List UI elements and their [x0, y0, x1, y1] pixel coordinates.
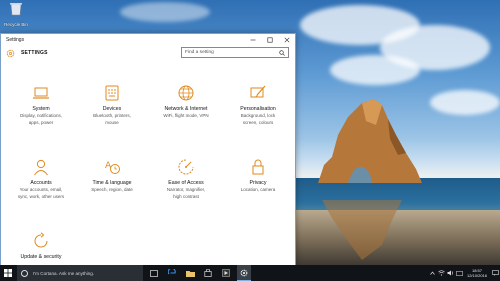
media-icon — [222, 269, 230, 277]
search-input[interactable]: Find a setting — [181, 47, 289, 58]
gear-icon — [6, 49, 15, 57]
network-tray-button[interactable] — [437, 265, 446, 281]
tile-label: Privacy — [249, 180, 267, 186]
recycle-bin-label: Recycle Bin — [4, 22, 28, 27]
tile-label: Network & Internet — [164, 106, 208, 112]
clock-language-icon: A — [105, 161, 120, 174]
action-center-button[interactable] — [491, 265, 500, 281]
speaker-icon — [447, 270, 454, 276]
lock-icon — [252, 159, 264, 175]
tile-accounts[interactable]: Accounts Your accounts, email, sync, wor… — [1, 158, 81, 200]
keyboard-tray-button[interactable] — [455, 265, 464, 281]
keyboard-icon — [105, 85, 119, 101]
wifi-icon — [438, 270, 445, 276]
store-bag-icon — [204, 269, 212, 277]
taskbar-clock[interactable]: 18:57 12/10/2016 — [467, 268, 487, 278]
tile-network[interactable]: Network & Internet WiFi, flight mode, VP… — [146, 84, 226, 119]
cortana-icon — [21, 269, 28, 277]
show-hidden-icons-button[interactable] — [428, 265, 437, 281]
edge-button[interactable] — [165, 265, 179, 281]
ease-of-access-icon — [178, 159, 194, 175]
settings-gear-icon — [240, 269, 248, 276]
tile-description: apps, power — [28, 120, 54, 125]
window-title: Settings — [6, 36, 25, 43]
tile-update-security[interactable]: Update & security — [1, 232, 81, 260]
tile-description: WiFi, flight mode, VPN — [163, 113, 209, 118]
task-view-icon — [150, 269, 158, 277]
rock-arch — [318, 99, 422, 183]
tile-description: Speech, region, date — [91, 187, 133, 192]
person-icon — [34, 159, 48, 176]
tile-personalisation[interactable]: Personalisation Background, lock screen,… — [218, 84, 298, 126]
tile-label: Accounts — [30, 180, 52, 186]
laptop-icon — [33, 87, 49, 99]
tile-description: Bluetooth, printers, — [93, 113, 131, 118]
notification-icon — [492, 270, 499, 276]
store-button[interactable] — [201, 265, 215, 281]
paintbrush-icon — [250, 85, 266, 98]
tile-system[interactable]: System Display, notifications, apps, pow… — [1, 84, 81, 126]
tile-description: mouse — [105, 120, 119, 125]
tile-label: Devices — [102, 106, 122, 112]
cloud — [120, 2, 210, 22]
maximize-button[interactable] — [261, 34, 278, 45]
chevron-up-icon — [430, 271, 435, 275]
tile-label: Personalisation — [240, 106, 276, 112]
tile-description: screen, colours — [242, 120, 274, 125]
file-explorer-button[interactable] — [183, 265, 197, 281]
minimize-button[interactable] — [244, 34, 261, 45]
tile-privacy[interactable]: Privacy Location, camera — [218, 158, 298, 193]
close-icon — [284, 37, 289, 42]
refresh-icon — [34, 232, 48, 248]
tile-devices[interactable]: Devices Bluetooth, printers, mouse — [72, 84, 152, 126]
tile-description: high contrast — [173, 194, 199, 199]
close-button[interactable] — [278, 34, 295, 45]
recycle-bin-shortcut[interactable]: Recycle Bin — [3, 2, 29, 27]
search-icon — [279, 49, 285, 56]
system-tray: 18:57 12/10/2016 — [428, 265, 500, 281]
cloud — [430, 90, 500, 115]
cortana-search-box[interactable]: I'm Cortana. Ask me anything. — [17, 265, 143, 281]
search-placeholder: Find a setting — [185, 50, 214, 55]
task-view-button[interactable] — [147, 265, 161, 281]
keyboard-layout-icon — [456, 270, 463, 276]
tile-label: System — [32, 106, 50, 112]
tile-label: Update & security — [20, 254, 62, 260]
taskbar: I'm Cortana. Ask me anything. 18:57 12/1… — [0, 265, 500, 281]
settings-window[interactable]: Settings SETTINGS Find a setting System … — [0, 33, 296, 266]
page-title: SETTINGS — [21, 50, 48, 56]
media-app-button[interactable] — [219, 265, 233, 281]
tile-description: Narrator, magnifier, — [166, 187, 206, 192]
recycle-bin-icon — [10, 3, 22, 16]
tile-description: Location, camera — [240, 187, 276, 192]
settings-taskbar-button[interactable] — [237, 265, 251, 281]
cortana-prompt: I'm Cortana. Ask me anything. — [33, 270, 95, 276]
volume-tray-button[interactable] — [446, 265, 455, 281]
tile-label: Ease of Access — [168, 180, 204, 186]
start-button[interactable] — [0, 265, 16, 281]
title-bar[interactable]: Settings — [1, 34, 295, 45]
tile-ease-of-access[interactable]: Ease of Access Narrator, magnifier, high… — [146, 158, 226, 200]
tile-time-language[interactable]: A Time & language Speech, region, date — [72, 158, 152, 193]
maximize-icon — [267, 37, 273, 43]
tile-description: Your accounts, email, — [19, 187, 63, 192]
edge-icon — [168, 269, 176, 275]
tile-description: sync, work, other users — [17, 194, 65, 199]
folder-icon — [185, 270, 195, 277]
rock-reflection — [322, 200, 402, 260]
tile-description: Display, notifications, — [20, 113, 62, 118]
windows-logo-icon — [4, 269, 12, 277]
cloud — [330, 55, 420, 85]
clock-date: 12/10/2016 — [466, 273, 487, 278]
globe-icon — [178, 85, 194, 101]
tile-description: Background, lock — [240, 113, 276, 118]
tile-label: Time & language — [92, 180, 132, 186]
minimize-icon — [250, 39, 255, 40]
